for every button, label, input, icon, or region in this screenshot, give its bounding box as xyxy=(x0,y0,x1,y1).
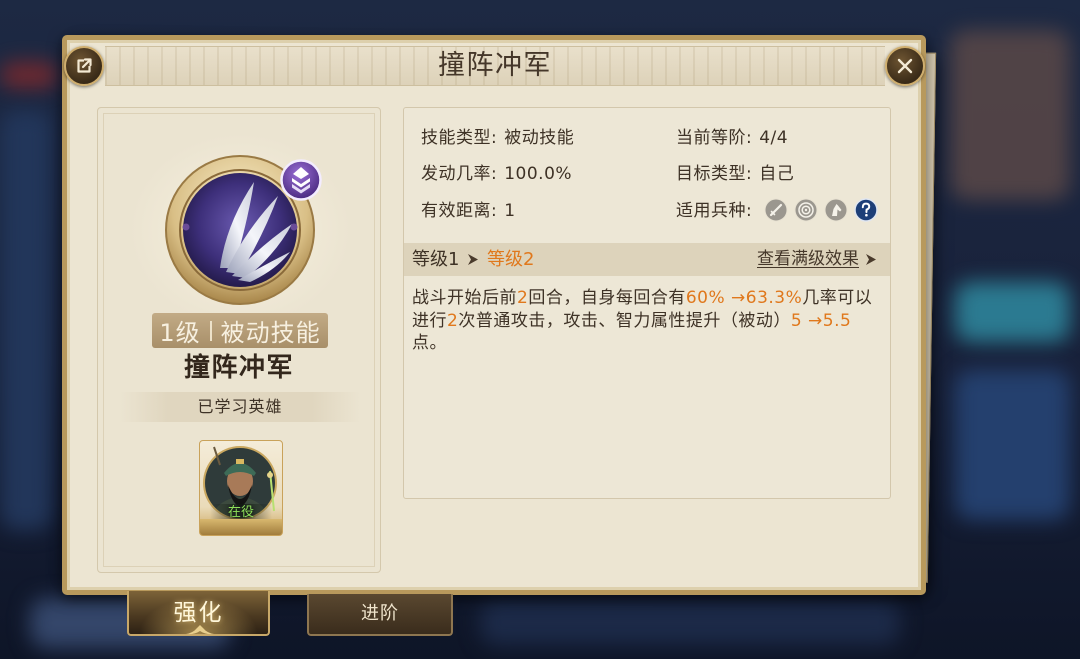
arrow-right-icon[interactable] xyxy=(866,254,876,265)
description-highlight: 2 xyxy=(447,310,459,331)
skill-level: 1级 xyxy=(159,319,201,347)
target-type-label: 目标类型: xyxy=(676,164,753,184)
skill-name: 撞阵冲军 xyxy=(183,353,294,383)
description-text: 回合，自身每回合有 xyxy=(528,288,686,308)
close-button[interactable] xyxy=(885,46,925,86)
unit-types-label: 适用兵种: xyxy=(676,201,753,221)
question-icon[interactable] xyxy=(854,198,878,222)
current-tier-row: 当前等阶: 4/4 xyxy=(676,127,788,149)
description-highlight: 5 →5.5 xyxy=(790,310,852,331)
description-text: 次普通攻击，攻击、智力属性提升（被动） xyxy=(458,310,791,331)
range-value: 1 xyxy=(504,201,516,221)
current-tier-label: 当前等阶: xyxy=(676,128,753,148)
description-highlight: 60% →63.3% xyxy=(685,288,803,308)
description-line: 战斗开始后前2回合，自身每回合有60% →63.3%几率可以 xyxy=(412,287,884,310)
share-button[interactable] xyxy=(64,46,104,86)
description-text: 几率可以 xyxy=(802,288,873,308)
description-text: 进行 xyxy=(412,310,447,331)
view-max-effect-link[interactable]: 查看满级效果 xyxy=(757,243,859,276)
tab-advance[interactable]: 进阶 xyxy=(307,594,453,636)
range-row: 有效距离: 1 xyxy=(421,200,516,222)
range-label: 有效距离: xyxy=(421,201,498,221)
horse-icon[interactable] xyxy=(824,198,848,222)
tag-divider xyxy=(209,320,212,341)
description-highlight: 2 xyxy=(517,288,529,308)
skill-type: 被动技能 xyxy=(220,319,321,347)
target-type-row: 目标类型: 自己 xyxy=(676,163,794,185)
unit-type-icons xyxy=(764,198,878,222)
description-line: 点。 xyxy=(412,332,884,355)
trigger-rate-label: 发动几率: xyxy=(421,164,498,184)
current-level-label: 等级1 xyxy=(412,249,460,270)
description-text: 点。 xyxy=(412,333,447,353)
share-icon xyxy=(77,58,92,73)
description-line: 进行2次普通攻击，攻击、智力属性提升（被动）5 →5.5 xyxy=(412,310,884,333)
sword-icon[interactable] xyxy=(764,198,788,222)
hero-card[interactable]: 在役 xyxy=(199,440,283,536)
target-type-value: 自己 xyxy=(759,164,795,184)
unit-types-row: 适用兵种: xyxy=(676,200,752,222)
skill-type-label: 技能类型: xyxy=(421,128,498,148)
close-icon xyxy=(897,58,913,74)
learned-heroes-label: 已学习英雄 xyxy=(197,397,283,416)
skill-level-type-tag: 1级 被动技能 xyxy=(152,313,328,348)
dialog-title: 撞阵冲军 xyxy=(438,50,552,81)
tab-active-ornament-icon xyxy=(186,625,214,635)
trigger-rate-value: 100.0% xyxy=(504,164,573,184)
upgrade-badge-icon xyxy=(280,159,322,201)
hero-card-footer xyxy=(200,519,282,535)
trigger-rate-row: 发动几率: 100.0% xyxy=(421,163,572,185)
skill-description: 战斗开始后前2回合，自身每回合有60% →63.3%几率可以 进行2次普通攻击，攻… xyxy=(412,287,884,355)
skill-type-row: 技能类型: 被动技能 xyxy=(421,127,574,149)
current-tier-value: 4/4 xyxy=(759,128,789,148)
skill-type-value: 被动技能 xyxy=(504,128,575,148)
target-icon[interactable] xyxy=(794,198,818,222)
next-level-label: 等级2 xyxy=(487,249,535,270)
arrow-right-icon xyxy=(468,254,478,265)
description-text: 战斗开始后前 xyxy=(412,288,517,308)
